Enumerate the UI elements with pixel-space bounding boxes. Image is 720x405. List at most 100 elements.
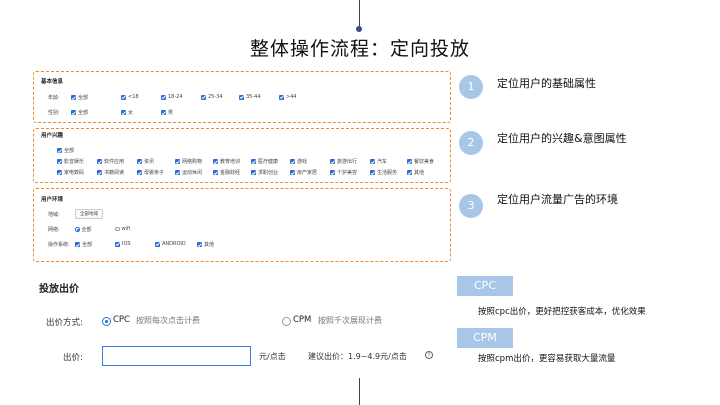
connector-line-top (359, 0, 360, 28)
step-1-text: 定位用户的基础属性 (497, 77, 596, 90)
gender-option-2[interactable]: 男 (161, 109, 173, 116)
region-select-button[interactable]: 全部地域 (75, 209, 103, 219)
network-option-1[interactable]: wifi (115, 226, 130, 232)
interest-option[interactable]: 网络购物 (175, 158, 202, 165)
checkbox-checked-icon (115, 241, 120, 247)
os-option-2[interactable]: ANDROID (155, 241, 186, 247)
age-option-0[interactable]: 全部 (71, 94, 88, 101)
interest-option[interactable]: 其他 (407, 169, 424, 176)
region-label: 地域: (48, 212, 60, 218)
interest-option[interactable]: 求职创业 (251, 169, 278, 176)
interest-option[interactable]: 资讯 (137, 158, 154, 165)
interest-panel: 用户兴趣 全部 影音娱乐 软件应用 资讯 网络购物 教育培训 医疗健康 游戏 旅… (33, 128, 451, 183)
interest-option[interactable]: 金融财经 (213, 169, 240, 176)
interest-option[interactable]: 医疗健康 (251, 158, 278, 165)
cpc-tag: CPC (457, 276, 513, 296)
connector-dot (356, 26, 362, 32)
interest-option[interactable]: 个护美容 (330, 169, 357, 176)
interest-all-option[interactable]: 全部 (57, 147, 74, 154)
bid-method-label: 出价方式: (46, 318, 83, 328)
step-2-text: 定位用户的兴趣&意图属性 (497, 132, 627, 145)
cpm-option-label: CPM (293, 315, 312, 325)
checkbox-checked-icon (175, 159, 180, 164)
step-1-circle: 1 (459, 75, 483, 99)
suggested-price: 建议出价：1.9~4.9元/点击 (308, 352, 407, 361)
basic-info-panel: 基本信息 年龄: 全部 <18 18-24 25-34 35-44 >44 性别… (33, 71, 451, 123)
checkbox-checked-icon (239, 94, 244, 100)
os-option-0[interactable]: 全部 (75, 241, 92, 248)
checkbox-checked-icon (137, 159, 142, 164)
checkbox-checked-icon (213, 170, 218, 175)
checkbox-checked-icon (97, 170, 102, 175)
checkbox-checked-icon (290, 170, 295, 175)
interest-option[interactable]: 餐饮美食 (407, 158, 434, 165)
os-label: 操作系统: (48, 242, 70, 248)
checkbox-checked-icon (330, 170, 335, 175)
checkbox-checked-icon (155, 241, 160, 247)
checkbox-checked-icon (175, 170, 180, 175)
bid-section-title: 投放出价 (39, 284, 79, 295)
os-option-1[interactable]: IOS (115, 241, 131, 247)
age-option-4[interactable]: 35-44 (239, 94, 261, 100)
checkbox-checked-icon (71, 95, 76, 100)
age-option-3[interactable]: 25-34 (201, 94, 223, 100)
help-icon[interactable]: ? (425, 351, 433, 359)
environment-title: 用户环境 (41, 197, 64, 203)
checkbox-checked-icon (57, 159, 62, 164)
age-option-1[interactable]: <18 (121, 94, 139, 100)
cpm-radio[interactable] (282, 317, 291, 326)
checkbox-checked-icon (251, 170, 256, 175)
price-input[interactable] (102, 346, 251, 366)
checkbox-checked-icon (407, 159, 412, 164)
os-option-3[interactable]: 其他 (197, 241, 214, 248)
interest-title: 用户兴趣 (41, 133, 64, 139)
checkbox-checked-icon (279, 94, 284, 100)
checkbox-checked-icon (97, 159, 102, 164)
checkbox-checked-icon (201, 94, 206, 100)
cpm-tag: CPM (457, 328, 513, 348)
checkbox-checked-icon (57, 170, 62, 175)
interest-option[interactable]: 家电数码 (57, 169, 84, 176)
cpm-option-desc: 按照千次展现计费 (318, 316, 382, 325)
interest-option[interactable]: 软件应用 (97, 158, 124, 165)
radio-unselected-icon (115, 226, 120, 232)
checkbox-checked-icon (330, 159, 335, 164)
checkbox-checked-icon (57, 148, 62, 153)
checkbox-checked-icon (290, 159, 295, 164)
basic-info-title: 基本信息 (41, 79, 64, 85)
checkbox-checked-icon (161, 110, 166, 115)
interest-option[interactable]: 书籍阅读 (97, 169, 124, 176)
step-3-circle: 3 (459, 194, 483, 218)
cpc-radio[interactable] (102, 317, 111, 326)
slide-title: 整体操作流程：定向投放 (249, 38, 470, 60)
interest-option[interactable]: 汽车 (370, 158, 387, 165)
gender-option-0[interactable]: 全部 (71, 109, 88, 116)
interest-option[interactable]: 房产家居 (290, 169, 317, 176)
price-label: 出价: (63, 353, 83, 363)
checkbox-checked-icon (407, 170, 412, 175)
cpm-tag-desc: 按照cpm出价，更容易获取大量流量 (478, 354, 616, 364)
cpc-tag-desc: 按照cpc出价，更好把控获客成本，优化效果 (478, 307, 646, 317)
interest-option[interactable]: 生活服务 (370, 169, 397, 176)
checkbox-checked-icon (121, 110, 126, 115)
checkbox-checked-icon (71, 110, 76, 115)
connector-line-bottom (359, 378, 360, 405)
checkbox-checked-icon (251, 159, 256, 164)
age-option-5[interactable]: >44 (279, 94, 297, 100)
checkbox-checked-icon (121, 94, 126, 100)
age-option-2[interactable]: 18-24 (161, 94, 183, 100)
gender-option-1[interactable]: 女 (121, 109, 133, 116)
interest-option[interactable]: 教育培训 (213, 158, 240, 165)
cpc-option-desc: 按照每次点击计费 (136, 316, 200, 325)
network-label: 网络: (48, 227, 60, 233)
step-3-text: 定位用户流量广告的环境 (497, 193, 618, 206)
checkbox-checked-icon (197, 242, 202, 247)
interest-option[interactable]: 影音娱乐 (57, 158, 84, 165)
interest-option[interactable]: 旅游出行 (330, 158, 357, 165)
checkbox-checked-icon (213, 159, 218, 164)
interest-option[interactable]: 运动休闲 (175, 169, 202, 176)
interest-option[interactable]: 游戏 (290, 158, 307, 165)
interest-option[interactable]: 母婴亲子 (137, 169, 164, 176)
age-label: 年龄: (48, 95, 60, 101)
network-option-0[interactable]: 全部 (75, 226, 92, 233)
